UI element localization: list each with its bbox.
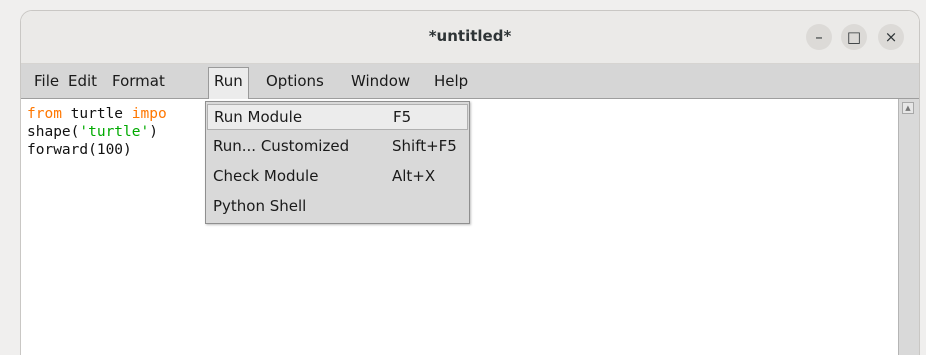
menu-item-run-module[interactable]: Run Module F5 (207, 104, 468, 130)
vertical-scrollbar[interactable]: ▲ (898, 99, 919, 355)
code-text: ) (149, 124, 158, 140)
minimize-button[interactable]: – (806, 24, 832, 50)
menu-item-check-module[interactable]: Check Module Alt+X (207, 163, 468, 189)
keyword-import: impo (131, 106, 167, 122)
menu-item-label: Run Module (214, 108, 303, 126)
menu-options[interactable]: Options (261, 69, 329, 93)
code-text: turtle (61, 106, 132, 122)
menu-help[interactable]: Help (429, 69, 473, 93)
window-title: *untitled* (428, 27, 512, 45)
menu-item-label: Check Module (213, 167, 319, 185)
menu-bar: File Edit Format Run Options Window Help (21, 64, 919, 99)
menu-edit[interactable]: Edit (63, 69, 102, 93)
keyword-from: from (27, 106, 62, 122)
menu-item-label: Python Shell (213, 197, 307, 215)
menu-item-shortcut: Shift+F5 (392, 137, 457, 155)
title-bar[interactable]: *untitled* – □ × (21, 11, 919, 64)
menu-window[interactable]: Window (346, 69, 415, 93)
run-dropdown-menu: Run Module F5 Run... Customized Shift+F5… (205, 101, 470, 224)
menu-item-shortcut: F5 (393, 108, 412, 126)
menu-run[interactable]: Run (208, 67, 249, 99)
menu-format[interactable]: Format (107, 69, 170, 93)
code-text: shape( (27, 124, 80, 140)
menu-file[interactable]: File (29, 69, 64, 93)
idle-editor-window: *untitled* – □ × File Edit Format Run Op… (20, 10, 920, 355)
string-literal: 'turtle' (79, 124, 150, 140)
menu-item-run-customized[interactable]: Run... Customized Shift+F5 (207, 133, 468, 159)
menu-item-shortcut: Alt+X (392, 167, 436, 185)
menu-item-python-shell[interactable]: Python Shell (207, 193, 468, 219)
scroll-up-arrow-icon[interactable]: ▲ (902, 102, 914, 114)
close-button[interactable]: × (878, 24, 904, 50)
maximize-button[interactable]: □ (841, 24, 867, 50)
menu-item-label: Run... Customized (213, 137, 350, 155)
